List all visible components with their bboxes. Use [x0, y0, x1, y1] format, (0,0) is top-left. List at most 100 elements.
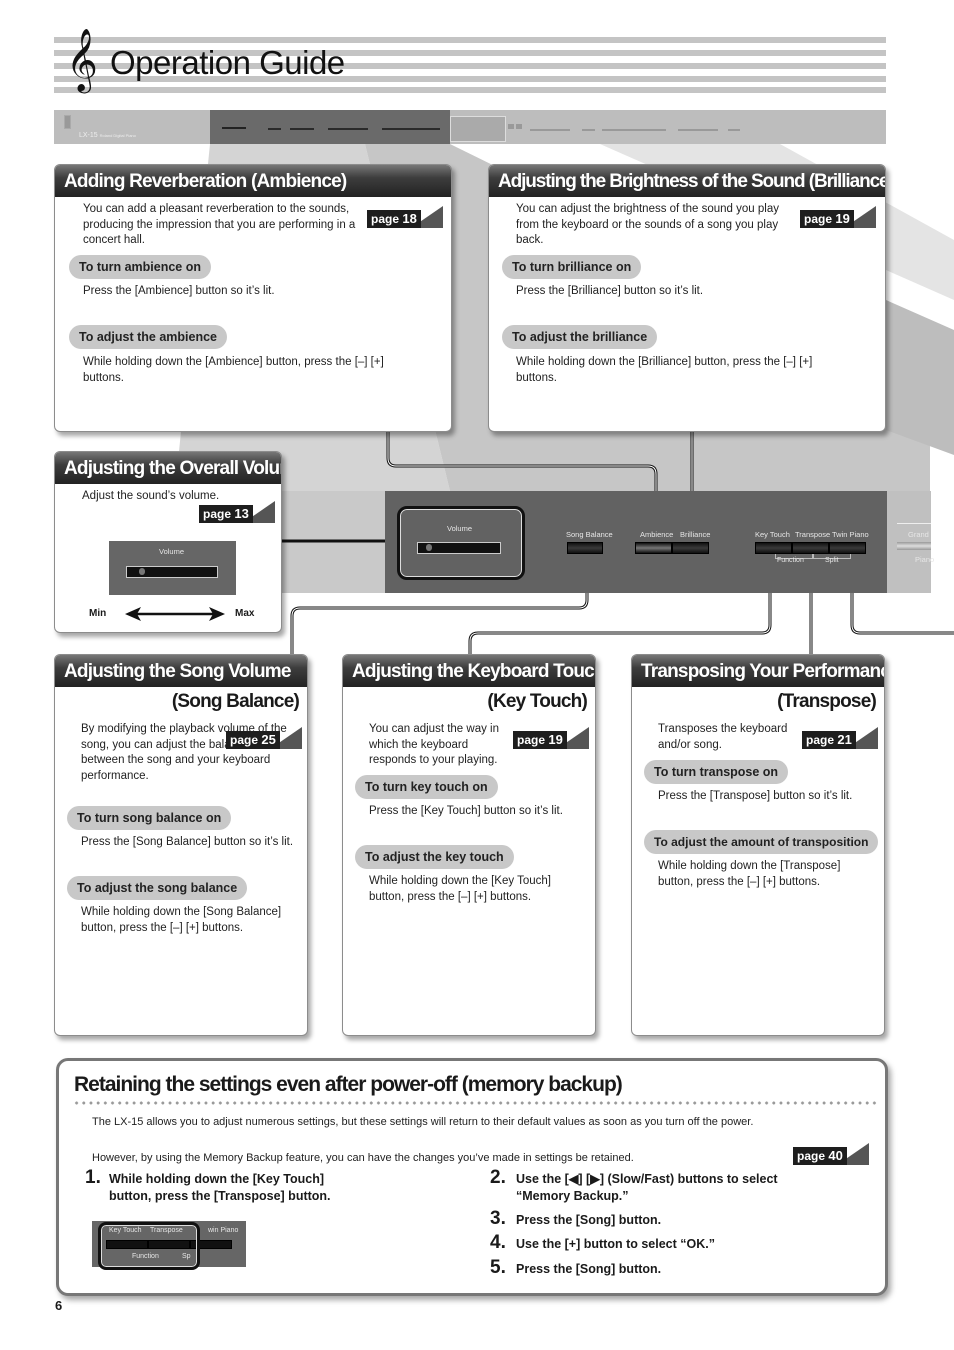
- song-balance-pill-adjust: To adjust the song balance: [67, 876, 248, 900]
- step-1-number: 1.: [85, 1167, 101, 1188]
- top-panel-overview: LX-15 Roland Digital Piano: [54, 110, 886, 144]
- mini-button: [582, 129, 595, 131]
- step-1-text: While holding down the [Key Touch] butto…: [109, 1172, 331, 1203]
- memory-backup-section: Retaining the settings even after power-…: [56, 1058, 888, 1296]
- panel-brilliance-label: Brilliance: [680, 530, 711, 539]
- model-label: LX-15 Roland Digital Piano: [79, 132, 136, 139]
- grand-button[interactable]: [897, 542, 931, 550]
- brilliance-card-title: Adjusting the Brightness of the Sound (B…: [489, 165, 885, 197]
- song-balance-text-on: Press the [Song Balance] button so it’s …: [81, 836, 294, 848]
- volume-slider-knob[interactable]: [426, 544, 432, 551]
- transpose-pill-adjust: To adjust the amount of transposition: [644, 830, 879, 854]
- song-balance-page-ref[interactable]: page 25: [226, 727, 302, 749]
- staff-line: [54, 37, 886, 43]
- mini-button: [728, 129, 740, 131]
- song-balance-card-subtitle: (Song Balance): [171, 691, 300, 712]
- page-number: 6: [55, 1298, 63, 1313]
- volume-page-ref[interactable]: page 13: [199, 501, 275, 523]
- memory-para2: However, by using the Memory Backup feat…: [92, 1152, 634, 1164]
- step-2-text: Use the [◀] [▶] (Slow/Fast) buttons to s…: [516, 1172, 778, 1203]
- mini-button: [530, 129, 570, 131]
- brilliance-text-on: Press the [Brilliance] button so it’s li…: [516, 285, 704, 297]
- staff-line: [54, 87, 886, 93]
- transpose-text-on: Press the [Transpose] button so it’s lit…: [658, 790, 853, 802]
- twin-piano-button[interactable]: [829, 542, 866, 554]
- ambience-card: Adding Reverberation (Ambience) You can …: [54, 164, 452, 432]
- divider: [897, 523, 931, 524]
- song-balance-button[interactable]: [567, 542, 603, 554]
- step-4-text: Use the [+] button to select “OK.”: [516, 1237, 715, 1251]
- ambience-button[interactable]: [635, 542, 672, 554]
- panel-song-balance-label: Song Balance: [566, 530, 613, 539]
- brilliance-pill-on: To turn brilliance on: [502, 255, 642, 279]
- transpose-page-ref[interactable]: page 21: [802, 727, 878, 749]
- volume-slider-illustration: Volume: [109, 541, 236, 595]
- key-touch-pill-on: To turn key touch on: [355, 775, 498, 799]
- power-switch-icon: [64, 115, 71, 129]
- ambience-pill-adjust: To adjust the ambience: [69, 325, 227, 349]
- treble-clef-icon: 𝄞: [66, 28, 98, 91]
- song-balance-intro-part: By modifying the playback volume of the …: [81, 722, 287, 784]
- key-touch-intro: You can adjust the way in which the keyb…: [369, 723, 499, 766]
- brilliance-page-ref[interactable]: page 19: [800, 206, 876, 228]
- panel-grand-label: Grand: [908, 530, 929, 539]
- ambience-text-adjust: While holding down the [Ambience] button…: [83, 356, 384, 384]
- volume-min-label: Min: [89, 608, 107, 619]
- song-balance-pill-on: To turn song balance on: [67, 806, 232, 830]
- memory-page-ref[interactable]: page 40: [793, 1143, 869, 1165]
- brilliance-button[interactable]: [672, 542, 709, 554]
- panel-piano-label: Piano: [915, 555, 935, 564]
- panel-volume-label: Volume: [447, 524, 473, 533]
- transpose-button[interactable]: [792, 542, 829, 554]
- panel-transpose-label: Transpose: [795, 530, 831, 539]
- volume-card-title: Adjusting the Overall Volume: [55, 452, 281, 484]
- ambience-intro: You can add a pleasant reverberation to …: [83, 203, 356, 246]
- mini-button: [602, 129, 666, 131]
- memory-backup-title: Retaining the settings even after power-…: [74, 1073, 623, 1096]
- mini-button: [290, 128, 314, 130]
- panel-key-touch-label: Key Touch: [755, 530, 790, 539]
- step-2-number: 2.: [490, 1167, 506, 1188]
- step-5-text: Press the [Song] button.: [516, 1262, 662, 1276]
- key-touch-text-adjust: While holding down the [Key Touch] butto…: [369, 875, 551, 903]
- inset-highlight: [98, 1222, 200, 1270]
- volume-slider[interactable]: [417, 542, 501, 554]
- page-title: Operation Guide: [110, 44, 345, 81]
- step-3-text: Press the [Song] button.: [516, 1213, 662, 1227]
- key-touch-pill-adjust: To adjust the key touch: [355, 845, 514, 869]
- control-panel-right: Grand Piano: [887, 491, 935, 593]
- volume-illustration-label: Volume: [159, 547, 185, 556]
- song-balance-card-title: Adjusting the Song Volume: [55, 655, 307, 687]
- panel-function-label: Function: [777, 557, 804, 564]
- mini-button: [678, 129, 718, 131]
- volume-card: Adjusting the Overall Volume Adjust the …: [54, 451, 282, 633]
- dotted-divider: [73, 1101, 879, 1105]
- panel-twin-piano-label: Twin Piano: [832, 530, 869, 539]
- key-touch-card-title: Adjusting the Keyboard Touch: [343, 655, 595, 687]
- volume-max-label: Max: [235, 608, 255, 619]
- key-touch-text-on: Press the [Key Touch] button so it’s lit…: [369, 805, 563, 817]
- control-panel: Volume Song Balance Ambience Brilliance …: [385, 491, 930, 593]
- panel-split-label: Split: [825, 557, 839, 564]
- mini-button: [328, 128, 368, 130]
- ambience-pill-on: To turn ambience on: [69, 255, 211, 279]
- volume-illustration-knob: [139, 568, 145, 575]
- step-5-number: 5.: [490, 1257, 506, 1278]
- step-3-number: 3.: [490, 1208, 506, 1229]
- mini-volume-slider: [222, 127, 246, 129]
- panel-ambience-label: Ambience: [640, 530, 674, 539]
- key-touch-card-subtitle: (Key Touch): [487, 691, 587, 712]
- mini-button: [508, 124, 514, 129]
- brilliance-text-adjust: While holding down the [Brilliance] butt…: [516, 356, 813, 384]
- volume-illustration-slider: [126, 566, 218, 578]
- double-arrow-icon: [125, 607, 225, 621]
- key-touch-card: Adjusting the Keyboard Touch (Key Touch)…: [342, 654, 596, 1036]
- panel-dark-section: [210, 110, 450, 144]
- mini-display: [450, 116, 506, 142]
- key-touch-button[interactable]: [755, 542, 792, 554]
- key-touch-page-ref[interactable]: page 19: [513, 727, 589, 749]
- memory-para1: The LX-15 allows you to adjust numerous …: [92, 1116, 754, 1128]
- brilliance-card: Adjusting the Brightness of the Sound (B…: [488, 164, 886, 432]
- inset-twin-piano-label: win Piano: [208, 1227, 239, 1234]
- ambience-page-ref[interactable]: page 18: [367, 206, 443, 228]
